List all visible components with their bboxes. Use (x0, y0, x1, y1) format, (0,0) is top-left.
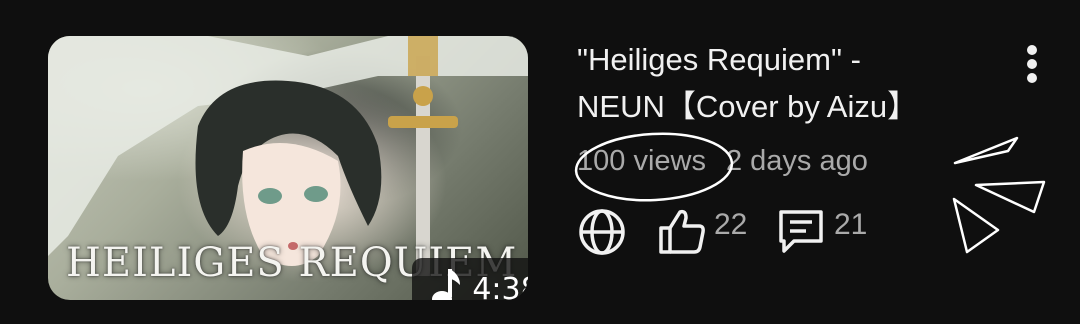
duration-text: 4:38 (472, 271, 528, 301)
duration-badge: 4:38 (412, 258, 528, 300)
comment-icon[interactable] (776, 207, 826, 255)
music-note-icon (432, 269, 461, 300)
video-title[interactable]: "Heiliges Requiem" - NEUN【Cover by Aizu】 (577, 36, 977, 130)
comment-count: 21 (834, 208, 868, 241)
video-title-line-1: "Heiliges Requiem" - (577, 42, 861, 77)
globe-icon (579, 209, 625, 255)
emphasis-stroke-2 (974, 180, 1046, 214)
video-meta: 100 views 2 days ago (577, 145, 868, 178)
emphasis-stroke-3 (952, 197, 1000, 254)
upload-age: 2 days ago (725, 145, 868, 177)
video-title-line-2: NEUN【Cover by Aizu】 (577, 89, 919, 124)
view-count: 100 views (577, 145, 706, 177)
thumbs-up-icon[interactable] (657, 206, 707, 256)
more-vertical-icon[interactable] (1012, 42, 1052, 86)
emphasis-stroke-1 (953, 136, 1019, 165)
video-thumbnail[interactable]: HEILIGES REQUIEM 4:38 (48, 36, 528, 300)
like-count: 22 (714, 208, 748, 241)
